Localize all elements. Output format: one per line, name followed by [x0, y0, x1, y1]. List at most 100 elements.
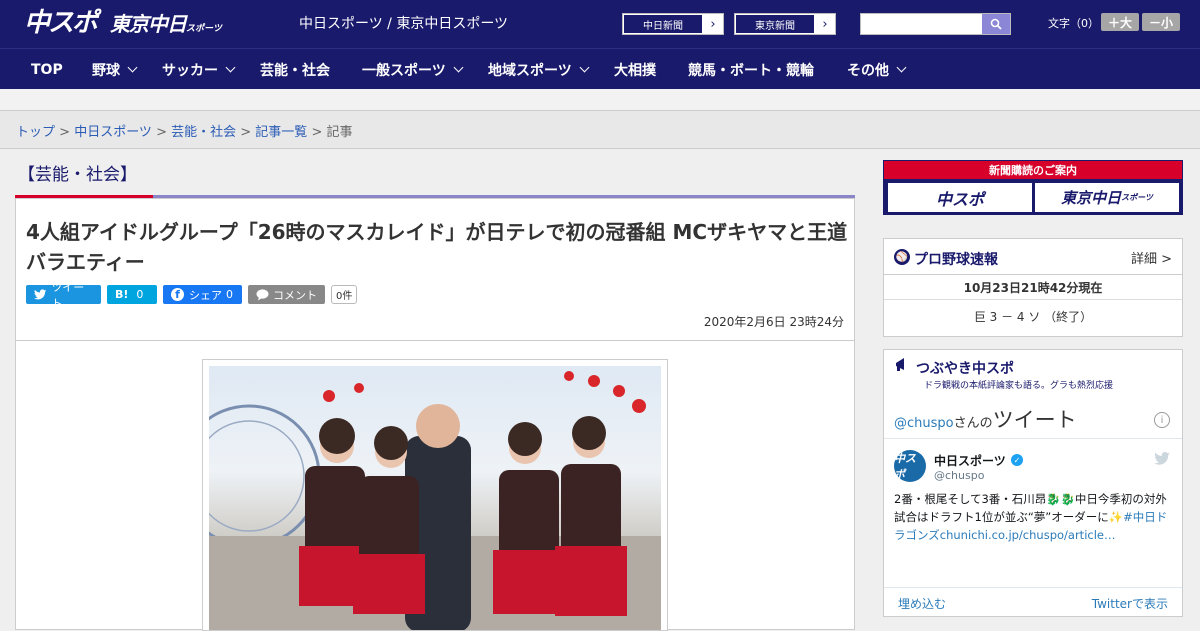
publish-date: 2020年2月6日 23時24分 — [703, 315, 844, 329]
breadcrumb-current: 記事 — [326, 125, 353, 140]
article-photo-image — [209, 366, 661, 630]
breadcrumb-top[interactable]: トップ — [16, 125, 55, 140]
subscription-banner[interactable]: 新聞購読のご案内 中スポ 東京中日 スポーツ — [883, 160, 1183, 215]
baseball-title: プロ野球速報 — [914, 252, 998, 268]
nav-entertainment[interactable]: 芸能・社会 — [260, 49, 330, 90]
chunichi-shimbun-label: 中日新聞 — [623, 14, 703, 34]
nav-label: その他 — [847, 62, 889, 79]
hatena-bookmark-button[interactable]: B! 0 — [107, 285, 157, 304]
baseball-header: ⚾ プロ野球速報 詳細 > — [884, 239, 1182, 275]
tweet-label: ツイート — [51, 280, 85, 310]
nav-label: TOP — [31, 61, 63, 78]
breadcrumb-entertainment[interactable]: 芸能・社会 — [171, 125, 236, 140]
breadcrumb-article-list[interactable]: 記事一覧 — [255, 125, 307, 140]
tweet-author-name[interactable]: 中日スポーツ — [934, 452, 1006, 469]
megaphone-icon — [896, 358, 904, 371]
chevron-right-icon: › — [710, 16, 716, 32]
baseball-score[interactable]: 巨 3 － 4 ソ （終了） — [884, 301, 1182, 333]
comment-count-badge[interactable]: 0件 — [331, 285, 358, 304]
facebook-share-button[interactable]: f シェア 0 — [163, 285, 242, 304]
verified-badge-icon: ✓ — [1011, 454, 1023, 466]
article-card: 4人組アイドルグループ「26時のマスカレイド」が日テレで初の冠番組 MCザキヤマ… — [15, 198, 855, 631]
speech-bubble-icon — [256, 288, 269, 300]
tokyo-shimbun-button[interactable]: 東京新聞 › — [734, 13, 836, 35]
article-photo[interactable] — [202, 359, 668, 631]
nav-top[interactable]: TOP — [31, 49, 63, 90]
main-content: 【芸能・社会】 4人組アイドルグループ「26時のマスカレイド」が日テレで初の冠番… — [15, 150, 855, 631]
timeline-tweet-word: ツイート — [992, 408, 1077, 432]
tokyo-shimbun-label: 東京新聞 — [735, 14, 815, 34]
chunichi-shimbun-button[interactable]: 中日新聞 › — [622, 13, 724, 35]
search-button[interactable] — [982, 14, 1010, 34]
timeline-divider — [884, 438, 1182, 439]
breadcrumb-chuspo[interactable]: 中日スポーツ — [74, 125, 152, 140]
tweets-header: つぶやき中スポ ドラ観戦の本紙評論家も語る。グラも熱烈応援 — [884, 350, 1182, 394]
tokyo-chunichi-logo-text: 東京中日 — [110, 12, 187, 36]
nav-label: 大相撲 — [614, 62, 656, 79]
site-title[interactable]: 中日スポーツ / 東京中日スポーツ — [299, 15, 508, 33]
chuspo-logo[interactable]: 中スポ — [24, 8, 98, 38]
breadcrumb-sep: > — [151, 125, 172, 140]
chevron-down-icon — [225, 62, 236, 73]
header-divider — [16, 340, 854, 341]
breadcrumb: トップ > 中日スポーツ > 芸能・社会 > 記事一覧 > 記事 — [16, 121, 353, 140]
sub-nav-bar — [0, 89, 1200, 111]
nav-label: 一般スポーツ — [362, 62, 446, 79]
subscription-title: 新聞購読のご案内 — [884, 161, 1182, 179]
nav-general-sports[interactable]: 一般スポーツ — [362, 49, 464, 90]
facebook-count: 0 — [226, 288, 233, 301]
chevron-down-icon — [579, 62, 590, 73]
twitter-widget: つぶやき中スポ ドラ観戦の本紙評論家も語る。グラも熱烈応援 @chuspoさんの… — [883, 349, 1183, 617]
subscribe-tokyo-text: 東京中日 — [1061, 189, 1122, 207]
search-input[interactable] — [860, 13, 1011, 35]
tweet-timeline: @chuspoさんのツイート i 中スポ 中日スポーツ ✓ @chuspo 2番… — [884, 394, 1182, 618]
nav-label: サッカー — [162, 62, 218, 79]
tokyo-chunichi-logo-small: スポーツ — [186, 24, 222, 34]
font-smaller-button[interactable]: －小 — [1142, 13, 1180, 31]
breadcrumb-bar: トップ > 中日スポーツ > 芸能・社会 > 記事一覧 > 記事 — [0, 111, 1200, 149]
baseball-icon: ⚾ — [894, 249, 910, 265]
subscribe-tokyo-logo[interactable]: 東京中日 スポーツ — [1035, 183, 1179, 212]
breadcrumb-sep: > — [307, 125, 327, 140]
nav-other[interactable]: その他 — [847, 49, 907, 90]
baseball-score-box: ⚾ プロ野球速報 詳細 > 10月23日21時42分現在 巨 3 － 4 ソ （… — [883, 238, 1183, 337]
nav-sumo[interactable]: 大相撲 — [614, 49, 656, 90]
font-size-label: 文字（0） — [1048, 17, 1099, 30]
chevron-down-icon — [453, 62, 464, 73]
facebook-label: シェア — [189, 288, 222, 302]
timeline-title: @chuspoさんのツイート — [894, 404, 1077, 434]
nav-label: 競馬・ボート・競輪 — [688, 62, 814, 79]
tokyo-chunichi-logo[interactable]: 東京中日スポーツ — [110, 12, 222, 41]
comment-label: コメント — [273, 288, 317, 302]
twitter-bird-icon[interactable] — [1154, 452, 1170, 465]
nav-label: 野球 — [92, 62, 120, 79]
baseball-updated: 10月23日21時42分現在 — [884, 276, 1182, 300]
comment-button[interactable]: コメント — [248, 285, 325, 304]
embed-link[interactable]: 埋め込む — [898, 595, 946, 612]
nav-racing[interactable]: 競馬・ボート・競輪 — [688, 49, 814, 90]
tweet-button[interactable]: ツイート — [26, 281, 101, 310]
article-headline: 4人組アイドルグループ「26時のマスカレイド」が日テレで初の冠番組 MCザキヤマ… — [26, 220, 848, 274]
subscribe-chuspo-logo[interactable]: 中スポ — [888, 183, 1032, 212]
nav-regional-sports[interactable]: 地域スポーツ — [488, 49, 590, 90]
tweet-link[interactable]: chunichi.co.jp/chuspo/article… — [940, 528, 1116, 542]
tweet-text: 2番・根尾そして3番・石川昂🐉🐉中日今季初の対外試合はドラフト1位が並ぶ“夢”オ… — [894, 490, 1176, 544]
font-larger-button[interactable]: ＋大 — [1101, 13, 1139, 31]
chevron-down-icon — [896, 62, 907, 73]
timeline-account-suffix: さんの — [953, 416, 993, 431]
timeline-account[interactable]: @chuspo — [894, 416, 954, 431]
avatar[interactable]: 中スポ — [894, 450, 926, 482]
chevron-down-icon — [127, 62, 138, 73]
tweet-author-handle[interactable]: @chuspo — [934, 469, 984, 482]
view-on-twitter-link[interactable]: Twitterで表示 — [1092, 595, 1168, 612]
timeline-footer-divider — [884, 587, 1182, 588]
baseball-detail-link[interactable]: 詳細 > — [1131, 248, 1172, 267]
hatena-count: 0 — [136, 288, 144, 301]
nav-baseball[interactable]: 野球 — [92, 49, 138, 90]
category-heading: 【芸能・社会】 — [18, 165, 137, 185]
info-icon[interactable]: i — [1154, 412, 1170, 428]
breadcrumb-sep: > — [236, 125, 256, 140]
nav-soccer[interactable]: サッカー — [162, 49, 236, 90]
twitter-bird-icon — [34, 289, 47, 300]
chevron-right-icon: › — [822, 16, 828, 32]
